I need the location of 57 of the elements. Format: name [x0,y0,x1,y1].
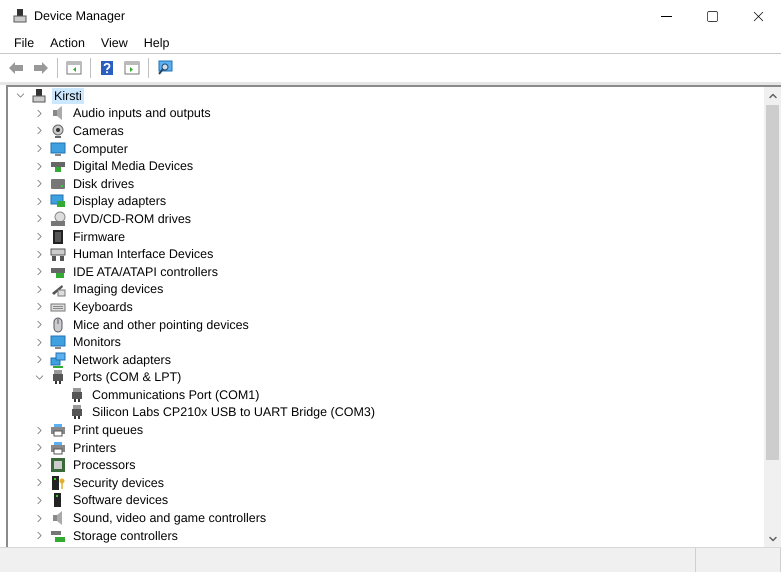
menu-item[interactable]: View [92,32,136,52]
tree-item[interactable]: Cameras [71,122,126,139]
tree-item[interactable]: Monitors [71,334,123,350]
computer-icon [31,88,47,104]
monitor-icon [50,140,66,157]
tree-item[interactable]: Mice and other pointing devices [71,316,251,333]
tree-item[interactable]: Digital Media Devices [71,158,196,174]
tree-item[interactable]: Software devices [71,492,170,508]
disc-drive-icon [50,210,66,227]
tree-item[interactable]: Audio inputs and outputs [71,105,213,122]
tree-item[interactable]: Kirsti [52,88,84,104]
processor-icon [50,457,66,474]
window-pane-icon [124,60,140,76]
tree-item[interactable]: Processors [71,457,138,474]
computer-icon [12,8,28,24]
port-icon [50,369,66,386]
menu-item[interactable]: Action [42,32,93,52]
printer-icon [50,440,66,456]
tree-item[interactable]: Storage controllers [71,528,180,544]
scan-monitor-icon [157,60,173,76]
tree-item[interactable]: Human Interface Devices [71,246,216,262]
tree-item[interactable]: Printers [71,440,118,456]
tree-item[interactable]: Imaging devices [71,281,166,298]
tree-item[interactable]: Keyboards [71,298,135,315]
tree-item[interactable]: IDE ATA/ATAPI controllers [71,264,220,280]
menu-item[interactable]: Help [136,32,178,52]
tree-item[interactable]: Network adapters [71,352,173,368]
port-icon [69,404,85,420]
webcam-icon [50,122,66,139]
tree-item[interactable]: Print queues [71,422,146,438]
scrollbar[interactable] [764,87,781,547]
tree-item[interactable]: Display adapters [71,193,168,210]
window-title: Device Manager [34,9,126,23]
network-icon [50,352,66,368]
chip-icon [50,228,66,245]
window-pane-icon [66,60,82,76]
keyboard-device-icon [50,246,66,262]
help-icon [99,60,115,76]
tree-item[interactable]: Silicon Labs CP210x USB to UART Bridge (COM3) [90,404,377,420]
tree-item[interactable]: Disk drives [71,176,136,192]
key-tower-icon [50,474,66,491]
tree-item[interactable]: Ports (COM & LPT) [71,369,184,386]
monitor-icon [50,334,66,350]
tree-item[interactable]: Firmware [71,228,128,245]
printer-icon [50,422,66,438]
tree-item[interactable]: Computer [71,140,130,157]
port-icon [69,386,85,403]
display-card-icon [50,193,66,210]
tree-item[interactable]: Security devices [71,474,166,491]
back-arrow-icon [8,60,24,76]
forward-arrow-icon [33,60,49,76]
scroll-thumb[interactable] [766,105,779,460]
maximize-icon [706,10,718,22]
tree-item[interactable]: Communications Port (COM1) [90,386,262,403]
tree-item[interactable]: DVD/CD-ROM drives [71,210,194,227]
menu-item[interactable]: File [6,32,42,52]
tree-item[interactable]: Sound, video and game controllers [71,510,268,526]
